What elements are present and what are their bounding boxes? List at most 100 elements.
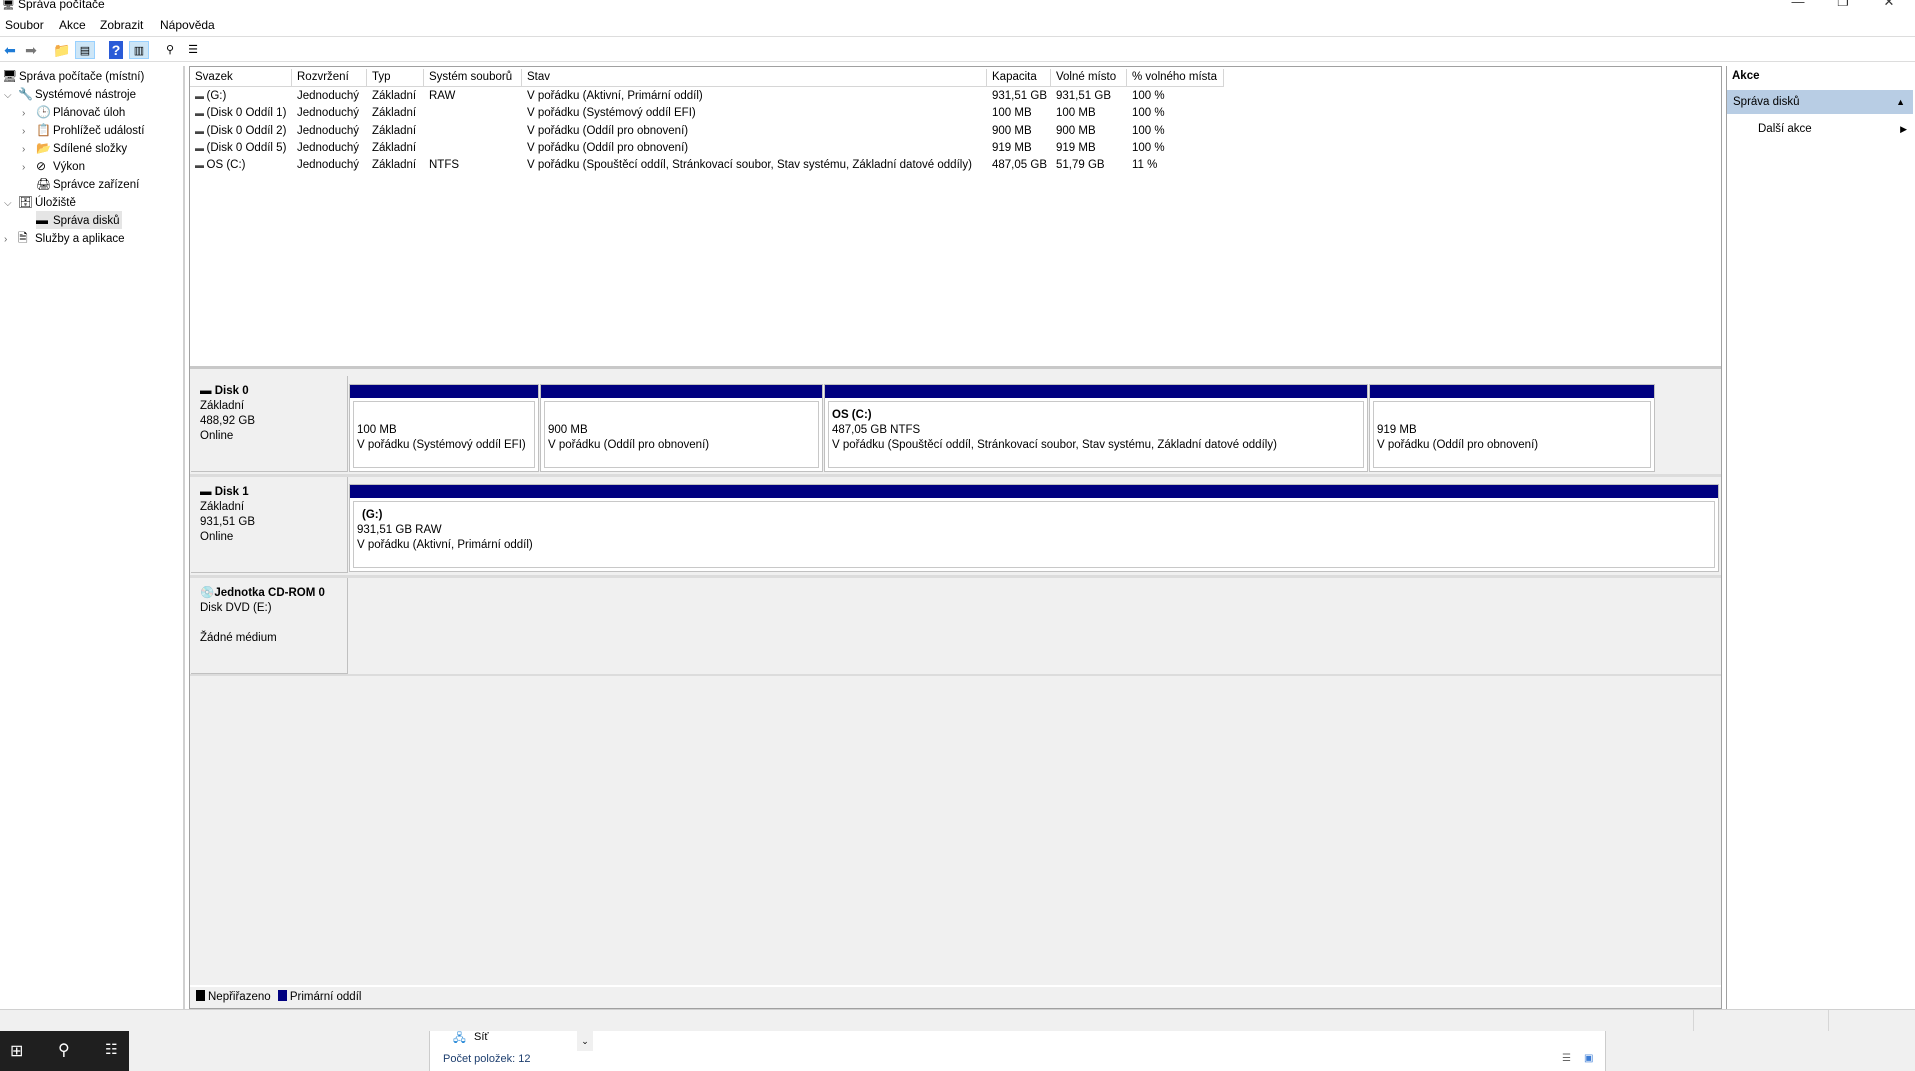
table-cell: Základní xyxy=(372,90,417,102)
actions-more[interactable]: Další akce ▶ xyxy=(1727,119,1913,139)
table-cell: 100 % xyxy=(1132,124,1165,137)
table-cell: 900 MB xyxy=(992,124,1032,137)
table-cell-volume[interactable]: ▬ (Disk 0 Oddíl 1) xyxy=(190,105,286,122)
tree-item-task-scheduler[interactable]: › 🕒 Plánovač úloh xyxy=(22,103,125,121)
table-cell: 100 % xyxy=(1132,90,1165,102)
volume-icon: ▬ xyxy=(195,91,207,101)
table-cell: Základní xyxy=(372,141,417,154)
column-header-capacity[interactable]: Kapacita xyxy=(987,69,1051,87)
task-view-icon[interactable]: ☷ xyxy=(105,1041,118,1058)
table-cell: 100 MB xyxy=(1056,107,1096,120)
window-title: Správa počítače xyxy=(18,0,105,11)
table-cell-volume[interactable]: ▬ (Disk 0 Oddíl 5) xyxy=(190,140,286,157)
table-cell: Jednoduchý xyxy=(297,141,360,154)
table-cell: 487,05 GB xyxy=(992,159,1047,172)
up-folder-icon[interactable]: 📁 xyxy=(52,41,72,59)
partition-efi[interactable]: 100 MB V pořádku (Systémový oddíl EFI) xyxy=(349,384,539,472)
menu-akce[interactable]: Akce xyxy=(59,17,86,34)
chevron-down-icon[interactable]: ⌄ xyxy=(577,1031,593,1051)
network-item[interactable]: Síť xyxy=(474,1031,489,1043)
chevron-right-icon[interactable]: › xyxy=(4,231,18,249)
volume-icon: ▬ xyxy=(195,142,207,153)
table-cell xyxy=(424,140,429,157)
actions-header: Akce xyxy=(1732,70,1760,82)
event-viewer-icon: 📋 xyxy=(36,123,51,137)
shared-folders-icon: 📂 xyxy=(36,141,51,155)
disk-1-label[interactable]: ▬ Disk 1 Základní 931,51 GB Online xyxy=(191,477,348,573)
actions-pane: Akce Správa disků ▲ Další akce ▶ xyxy=(1726,66,1914,1009)
table-cell-volume[interactable]: ▬ (Disk 0 Oddíl 2) xyxy=(190,123,286,140)
menu-napoveda[interactable]: Nápověda xyxy=(160,17,215,34)
chevron-down-icon[interactable]: ⌵ xyxy=(4,195,18,213)
tree-item-device-manager[interactable]: 🖨 Správce zařízení xyxy=(36,175,139,193)
storage-icon: 🗄 xyxy=(18,195,34,209)
partition-g[interactable]: (G:) 931,51 GB RAW V pořádku (Aktivní, Pri… xyxy=(349,484,1719,572)
computer-management-icon: 🖥 xyxy=(2,69,18,83)
column-header-file-system[interactable]: Systém souborů xyxy=(424,69,522,87)
menu-soubor[interactable]: Soubor xyxy=(5,17,44,34)
windows-start-icon[interactable]: ⊞ xyxy=(10,1041,23,1061)
table-cell: V pořádku (Spouštěcí oddíl, Stránkovací … xyxy=(527,159,972,172)
table-cell: 11 % xyxy=(1132,159,1158,172)
navigation-tree: 🖥 Správa počítače (místní) ⌵ 🔧 Systémové ná… xyxy=(0,66,185,1009)
tree-item-performance[interactable]: › ⊘ Výkon xyxy=(22,157,85,175)
table-cell-volume[interactable]: ▬ (G:) xyxy=(190,88,226,105)
tree-item-system-tools[interactable]: ⌵ 🔧 Systémové nástroje xyxy=(4,85,136,103)
tree-item-services-applications[interactable]: › 🗎 Služby a aplikace xyxy=(4,229,125,247)
tree-item-storage[interactable]: ⌵ 🗄 Úložiště xyxy=(4,193,76,211)
disk-0-label[interactable]: ▬ Disk 0 Základní 488,92 GB Online xyxy=(191,376,348,472)
partition-recovery-5[interactable]: 919 MB V pořádku (Oddíl pro obnovení) xyxy=(1369,384,1655,472)
volume-name: (Disk 0 Oddíl 5) xyxy=(206,141,287,154)
column-header-layout[interactable]: Rozvržení xyxy=(292,69,367,87)
tree-item-computer-management[interactable]: 🖥 Správa počítače (místní) xyxy=(2,67,144,85)
table-cell: 100 % xyxy=(1132,141,1165,154)
large-icons-view-icon[interactable]: ▣ xyxy=(1584,1053,1593,1064)
close-button[interactable]: ✕ xyxy=(1869,0,1909,10)
cdrom-0-label[interactable]: 💿Jednotka CD-ROM 0 Disk DVD (E:) Žádné m… xyxy=(191,578,348,674)
back-icon[interactable]: ⬅ xyxy=(0,41,20,59)
chevron-down-icon[interactable]: ⌵ xyxy=(4,87,18,105)
table-cell: 900 MB xyxy=(1056,124,1096,137)
app-icon: 🖥 xyxy=(2,0,15,11)
column-header-free-space[interactable]: Volné místo xyxy=(1051,69,1127,87)
collapse-icon[interactable]: ▲ xyxy=(1896,90,1905,114)
table-cell: 931,51 GB xyxy=(1056,90,1111,102)
tree-item-shared-folders[interactable]: › 📂 Sdílené složky xyxy=(22,139,127,157)
table-cell-volume[interactable]: ▬ OS (C:) xyxy=(190,157,246,174)
column-header-percent-free[interactable]: % volného místa xyxy=(1127,69,1224,87)
menu-zobrazit[interactable]: Zobrazit xyxy=(100,17,143,34)
forward-icon[interactable]: ➡ xyxy=(21,41,41,59)
legend: Nepřiřazeno Primární oddíl xyxy=(190,985,1721,1007)
tree-item-disk-management[interactable]: ▬ Správa disků xyxy=(36,211,123,229)
status-bar xyxy=(0,1009,1915,1031)
maximize-button[interactable]: ❐ xyxy=(1823,0,1863,10)
disk-management-icon: ▬ xyxy=(36,213,48,227)
table-cell: 100 MB xyxy=(992,107,1032,120)
search-icon[interactable]: ⚲ xyxy=(58,1040,70,1060)
column-header-type[interactable]: Typ xyxy=(367,69,424,87)
table-cell: 919 MB xyxy=(1056,141,1096,154)
disk-management-pane: Svazek Rozvržení Typ Systém souborů Stav… xyxy=(189,66,1722,1009)
column-header-volume[interactable]: Svazek xyxy=(190,69,292,87)
properties-icon[interactable]: ☰ xyxy=(183,41,203,59)
column-header-status[interactable]: Stav xyxy=(522,69,987,87)
tools-icon: 🔧 xyxy=(18,87,33,101)
chevron-right-icon[interactable]: › xyxy=(22,159,36,177)
table-cell: RAW xyxy=(429,90,456,102)
partition-recovery-1[interactable]: 900 MB V pořádku (Oddíl pro obnovení) xyxy=(540,384,823,472)
volume-icon: ▬ xyxy=(195,125,207,136)
minimize-button[interactable]: — xyxy=(1778,0,1818,10)
explorer-window-fragment: 🖧 Síť ⌄ Počet položek: 12 ☰ ▣ xyxy=(429,1031,1606,1071)
connect-icon[interactable]: ⚲ xyxy=(160,41,180,59)
help-icon[interactable]: ? xyxy=(109,41,123,59)
show-hide-action-pane-icon[interactable]: ▥ xyxy=(129,41,149,59)
actions-section-disk-management[interactable]: Správa disků ▲ xyxy=(1727,90,1913,114)
partition-os-c[interactable]: OS (C:) 487,05 GB NTFS V pořádku (Spouštěc… xyxy=(824,384,1368,472)
details-view-icon[interactable]: ☰ xyxy=(1562,1053,1571,1064)
tree-item-event-viewer[interactable]: › 📋 Prohlížeč událostí xyxy=(22,121,144,139)
legend-swatch-primary xyxy=(277,990,287,1001)
table-cell: NTFS xyxy=(429,159,460,172)
cdrom-icon: 💿 xyxy=(200,587,215,599)
volume-name: (Disk 0 Oddíl 2) xyxy=(206,124,287,137)
show-hide-tree-icon[interactable]: ▤ xyxy=(75,41,95,59)
